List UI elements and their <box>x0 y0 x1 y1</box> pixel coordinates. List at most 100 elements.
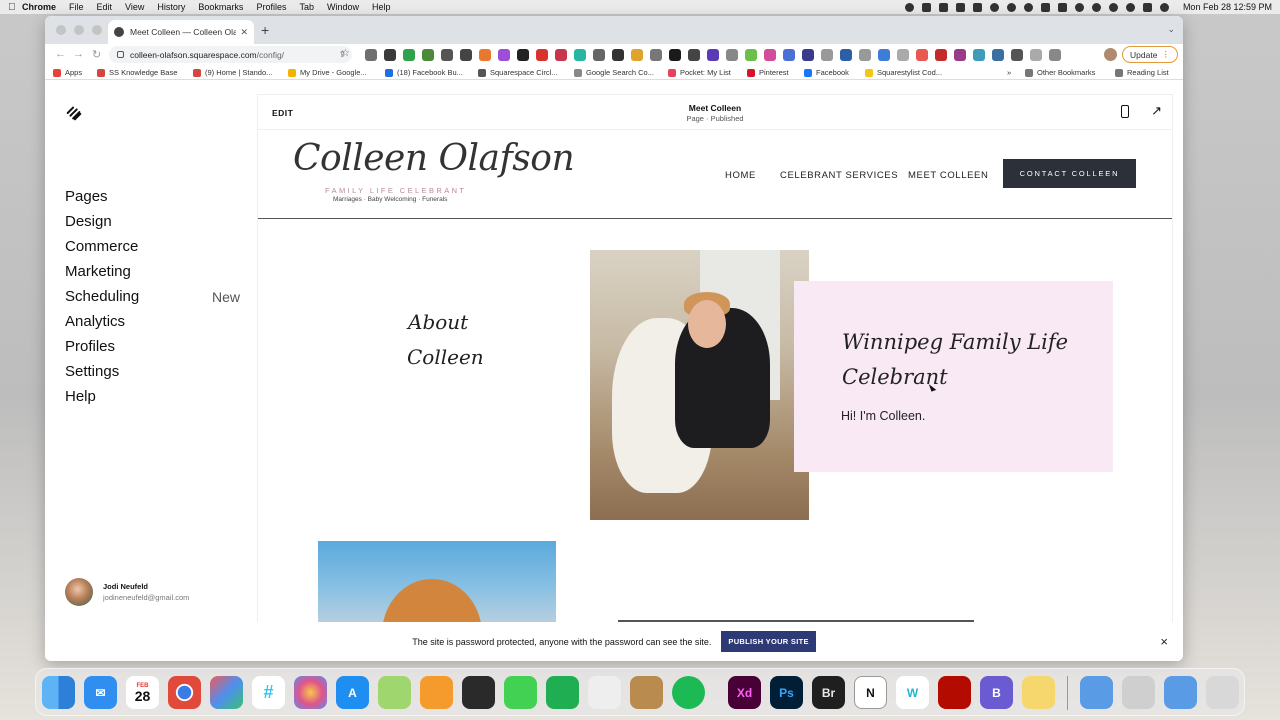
moon-icon[interactable] <box>1023 2 1033 12</box>
help-icon[interactable] <box>1122 676 1155 709</box>
photoshop-icon[interactable]: Ps <box>770 676 803 709</box>
launchpad-icon[interactable] <box>210 676 243 709</box>
menu-app-name[interactable]: Chrome <box>22 2 56 12</box>
bookmark-apps[interactable]: Apps <box>53 68 82 77</box>
extension-icon[interactable] <box>1011 49 1023 61</box>
status-icon[interactable] <box>1006 2 1016 12</box>
sidebar-item-profiles[interactable]: Profiles <box>65 334 240 359</box>
close-tab-icon[interactable]: ✕ <box>240 27 248 38</box>
sidebar-item-scheduling[interactable]: Scheduling New <box>65 284 240 309</box>
camera-icon[interactable] <box>1030 49 1042 61</box>
forward-icon[interactable]: → <box>73 48 84 60</box>
slack-icon[interactable]: # <box>252 676 285 709</box>
bookmark-item[interactable]: Facebook <box>804 68 849 77</box>
notion-icon[interactable]: N <box>854 676 887 709</box>
extension-icon[interactable] <box>973 49 985 61</box>
extension-icon[interactable] <box>593 49 605 61</box>
status-icon[interactable] <box>921 2 931 12</box>
menu-window[interactable]: Window <box>327 2 359 12</box>
sidebar-item-pages[interactable]: Pages <box>65 184 240 209</box>
puzzle-icon[interactable] <box>1049 49 1061 61</box>
extension-icon[interactable] <box>631 49 643 61</box>
menu-view[interactable]: View <box>125 2 144 12</box>
extension-icon[interactable] <box>897 49 909 61</box>
extension-icon[interactable] <box>479 49 491 61</box>
control-center-icon[interactable] <box>1142 2 1152 12</box>
sidebar-item-design[interactable]: Design <box>65 209 240 234</box>
extension-icon[interactable] <box>745 49 757 61</box>
applications-folder-icon[interactable] <box>1080 676 1113 709</box>
menu-help[interactable]: Help <box>372 2 391 12</box>
bookmark-item[interactable]: SS Knowledge Base <box>97 68 177 77</box>
w-app-icon[interactable]: W <box>896 676 929 709</box>
printer-icon[interactable] <box>462 676 495 709</box>
extension-icon[interactable] <box>384 49 396 61</box>
extension-icon[interactable] <box>840 49 852 61</box>
apple-icon[interactable]:  <box>8 2 22 13</box>
bluetooth-icon[interactable] <box>1040 2 1050 12</box>
extension-icon[interactable] <box>517 49 529 61</box>
extension-icon[interactable] <box>612 49 624 61</box>
site-logo[interactable]: Colleen Olafson <box>293 138 575 179</box>
extension-icon[interactable] <box>555 49 567 61</box>
keynote-icon[interactable] <box>378 676 411 709</box>
active-tab[interactable]: Meet Colleen — Colleen Olafso ✕ <box>108 20 254 44</box>
site-nav-home[interactable]: HOME <box>725 170 756 181</box>
user-icon[interactable] <box>1091 2 1101 12</box>
bookmark-item[interactable]: Pocket: My List <box>668 68 731 77</box>
reading-list[interactable]: Reading List <box>1115 68 1169 77</box>
publish-site-button[interactable]: PUBLISH YOUR SITE <box>721 631 816 652</box>
site-nav-celebrant-services[interactable]: CELEBRANT SERVICES <box>780 170 898 181</box>
update-button[interactable]: Update ⋮ <box>1122 46 1178 63</box>
sidebar-item-help[interactable]: Help <box>65 384 240 409</box>
menu-history[interactable]: History <box>157 2 185 12</box>
status-icon[interactable] <box>904 2 914 12</box>
close-window-button[interactable] <box>56 25 66 35</box>
other-bookmarks[interactable]: Other Bookmarks <box>1025 68 1095 77</box>
clock-icon[interactable] <box>1108 2 1118 12</box>
bbedit-icon[interactable]: B <box>980 676 1013 709</box>
extension-icon[interactable] <box>764 49 776 61</box>
address-bar[interactable]: colleen-olafson.squarespace.com/config/ … <box>109 46 352 63</box>
bookmark-item[interactable]: (9) Home | Stando... <box>193 68 272 77</box>
extension-icon[interactable] <box>650 49 662 61</box>
site-nav-meet-colleen[interactable]: MEET COLLEEN <box>908 170 988 181</box>
extension-icon[interactable] <box>935 49 947 61</box>
reload-icon[interactable]: ↻ <box>92 48 101 61</box>
menu-file[interactable]: File <box>69 2 84 12</box>
profile-avatar[interactable] <box>1104 48 1117 61</box>
extension-icon[interactable] <box>954 49 966 61</box>
extension-icon[interactable] <box>688 49 700 61</box>
notes-icon[interactable] <box>1022 676 1055 709</box>
sidebar-item-marketing[interactable]: Marketing <box>65 259 240 284</box>
mail-icon[interactable]: ✉ <box>84 676 117 709</box>
extension-icon[interactable] <box>422 49 434 61</box>
evernote-icon[interactable] <box>546 676 579 709</box>
back-icon[interactable]: ← <box>55 48 66 60</box>
contacts-icon[interactable] <box>630 676 663 709</box>
sidebar-item-settings[interactable]: Settings <box>65 359 240 384</box>
acrobat-icon[interactable] <box>938 676 971 709</box>
search-icon[interactable] <box>1125 2 1135 12</box>
extension-icon[interactable] <box>403 49 415 61</box>
spotify-icon[interactable] <box>672 676 705 709</box>
app-store-icon[interactable]: A <box>336 676 369 709</box>
menu-profiles[interactable]: Profiles <box>256 2 286 12</box>
minimize-window-button[interactable] <box>74 25 84 35</box>
bookmark-star-icon[interactable]: ☆ <box>341 48 350 59</box>
menu-clock[interactable]: Mon Feb 28 12:59 PM <box>1183 2 1272 12</box>
user-account[interactable]: Jodi Neufeld jodineneufeld@gmail.com <box>65 578 189 606</box>
menu-tab[interactable]: Tab <box>299 2 314 12</box>
extension-icon[interactable] <box>992 49 1004 61</box>
extension-icon[interactable] <box>536 49 548 61</box>
squarespace-logo-icon[interactable] <box>65 104 83 122</box>
chevron-down-icon[interactable]: ⌄ <box>1167 24 1175 35</box>
status-icon[interactable] <box>989 2 999 12</box>
textedit-icon[interactable] <box>588 676 621 709</box>
bookmark-item[interactable]: Pinterest <box>747 68 789 77</box>
extension-icon[interactable] <box>707 49 719 61</box>
bridge-icon[interactable]: Br <box>812 676 845 709</box>
extension-icon[interactable] <box>726 49 738 61</box>
mail-icon[interactable] <box>955 2 965 12</box>
sidebar-item-commerce[interactable]: Commerce <box>65 234 240 259</box>
